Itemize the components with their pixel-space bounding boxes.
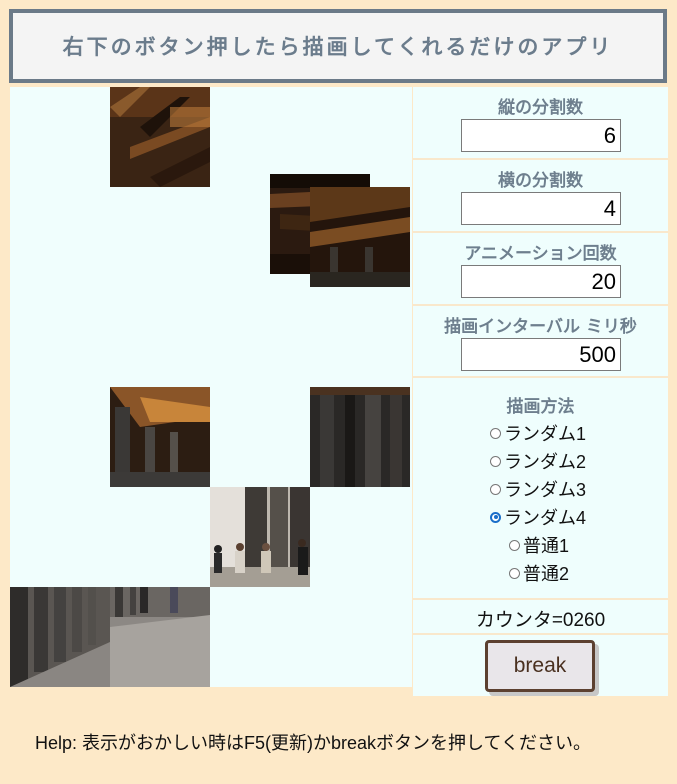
radio-selected-icon: [490, 511, 501, 523]
image-tile: [110, 387, 210, 487]
radio-circle-icon: [490, 427, 501, 439]
animation-count-row: アニメーション回数 20: [413, 233, 668, 306]
horizontal-divisions-row: 横の分割数 4: [413, 160, 668, 233]
counter-text: カウンタ=0260: [475, 610, 606, 631]
radio-random2[interactable]: ランダム2: [490, 448, 586, 474]
counter-row: カウンタ=0260: [413, 600, 668, 635]
radio-circle-icon: [509, 539, 520, 551]
image-tile: [310, 387, 410, 487]
image-tile: [310, 187, 410, 287]
radio-random3[interactable]: ランダム3: [490, 476, 586, 502]
draw-method-row: 描画方法 ランダム1 ランダム2 ランダム3 ランダム4 普通1 普通2: [413, 378, 668, 600]
vertical-divisions-row: 縦の分割数 6: [413, 87, 668, 160]
radio-circle-icon: [490, 483, 501, 495]
radio-circle-icon: [490, 455, 501, 467]
radio-random4[interactable]: ランダム4: [490, 504, 586, 530]
vertical-divisions-input[interactable]: 6: [461, 119, 621, 152]
horizontal-divisions-input[interactable]: 4: [461, 192, 621, 225]
radio-random1[interactable]: ランダム1: [490, 420, 586, 446]
drawing-canvas: [10, 87, 412, 687]
radio-normal1[interactable]: 普通1: [509, 532, 569, 558]
interval-input[interactable]: 500: [461, 338, 621, 371]
horizontal-divisions-label: 横の分割数: [498, 171, 583, 191]
help-text: Help: 表示がおかしい時はF5(更新)かbreakボタンを押してください。: [35, 733, 591, 753]
animation-count-label: アニメーション回数: [464, 244, 617, 264]
image-tile: [210, 487, 310, 587]
radio-circle-icon: [509, 567, 520, 579]
animation-count-input[interactable]: 20: [461, 265, 621, 298]
interval-label: 描画インターバル ミリ秒: [444, 317, 637, 337]
draw-method-label: 描画方法: [506, 397, 575, 417]
app-title: 右下のボタン押したら描画してくれるだけのアプリ: [62, 34, 614, 59]
vertical-divisions-label: 縦の分割数: [498, 98, 583, 118]
app-header: 右下のボタン押したら描画してくれるだけのアプリ: [9, 9, 667, 83]
control-panel: 縦の分割数 6 横の分割数 4 アニメーション回数 20 描画インターバル ミリ…: [413, 87, 668, 696]
image-tile: [110, 87, 210, 187]
radio-normal2[interactable]: 普通2: [509, 560, 569, 586]
image-tile: [10, 587, 110, 687]
interval-row: 描画インターバル ミリ秒 500: [413, 306, 668, 378]
break-button[interactable]: break: [485, 640, 595, 692]
image-tile: [110, 587, 210, 687]
